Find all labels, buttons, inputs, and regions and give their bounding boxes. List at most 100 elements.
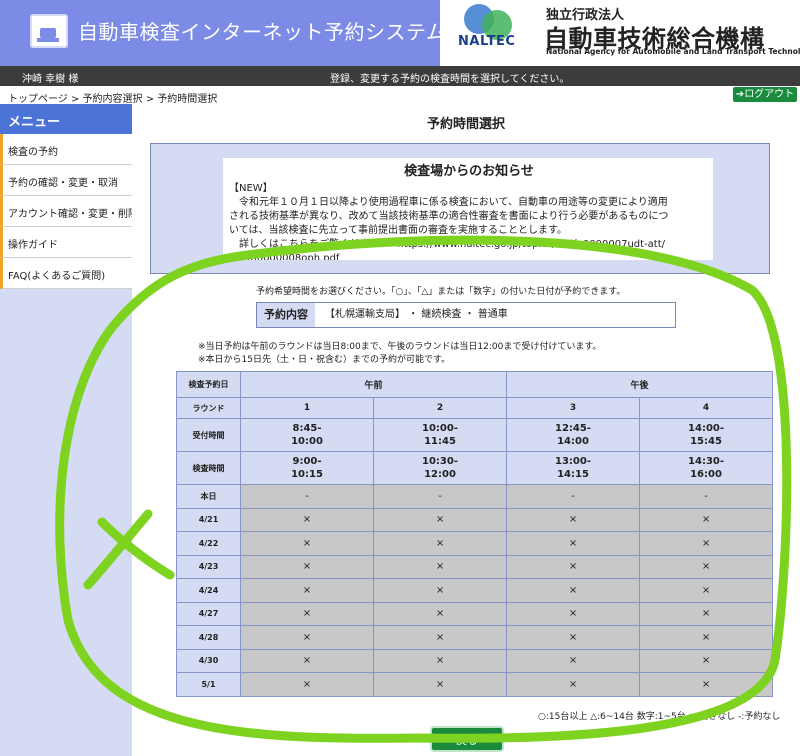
sidebar-item-manage-reservation[interactable]: 予約の確認・変更・取消 <box>0 165 132 196</box>
am-header: 午前 <box>239 371 508 398</box>
logout-label: ログアウト <box>744 89 795 100</box>
availability-cell[interactable]: × <box>506 672 641 697</box>
sidebar-item-guide[interactable]: 操作ガイド <box>0 227 132 258</box>
notice-link-line[interactable]: fkoifn0000008oph.pdf <box>229 252 709 260</box>
availability-cell[interactable]: × <box>639 648 774 673</box>
availability-cell[interactable]: × <box>639 578 774 603</box>
notice-line: 【NEW】 <box>229 183 273 194</box>
reception-time: 10:00- 11:45 <box>372 418 508 452</box>
breadcrumb[interactable]: トップページ > 予約内容選択 > 予約時間選択 <box>8 90 217 105</box>
schedule-date: 5/1 <box>176 672 241 697</box>
schedule-date: 4/21 <box>176 507 241 532</box>
availability-cell[interactable]: - <box>506 484 641 509</box>
availability-cell[interactable]: × <box>372 648 508 673</box>
availability-legend: ○:15台以上 △:6~14台 数字:1~5台 ×:空きなし -:予約なし <box>538 712 781 722</box>
inspection-time: 10:30- 12:00 <box>372 451 508 485</box>
availability-cell[interactable]: × <box>372 578 508 603</box>
availability-cell[interactable]: × <box>240 625 374 650</box>
round-number: 4 <box>639 397 774 419</box>
availability-cell[interactable]: - <box>372 484 508 509</box>
logout-button[interactable]: ➔ログアウト <box>733 87 797 102</box>
schedule-date: 4/24 <box>176 578 241 603</box>
notice-line: いては、当該検査に先立って事前提出書面の審査を実施することとします。 <box>229 225 567 236</box>
status-message: 登録、変更する予約の検査時間を選択してください。 <box>330 74 570 85</box>
schedule-date: 4/27 <box>176 601 241 626</box>
availability-cell[interactable]: × <box>372 672 508 697</box>
sidebar-item-reserve[interactable]: 検査の予約 <box>0 134 132 165</box>
availability-cell[interactable]: × <box>240 601 374 626</box>
reception-time: 12:45- 14:00 <box>506 418 641 452</box>
availability-cell[interactable]: × <box>506 648 641 673</box>
sidebar: メニュー 検査の予約 予約の確認・変更・取消 アカウント確認・変更・削除 操作ガ… <box>0 104 132 756</box>
notice-content[interactable]: 検査場からのお知らせ 【NEW】 令和元年１０月１日以降より使用過程車に係る検査… <box>223 158 713 260</box>
instruction-text: 予約希望時間をお選びください。「○」、「△」または「数字」の付いた日付が予約でき… <box>256 287 626 297</box>
round-label: ラウンド <box>176 397 241 419</box>
schedule-row: 4/30 × × × × <box>176 648 774 673</box>
schedule-row: 4/23 × × × × <box>176 554 774 579</box>
schedule-row: 4/22 × × × × <box>176 531 774 556</box>
availability-cell[interactable]: × <box>506 531 641 556</box>
availability-cell[interactable]: × <box>506 578 641 603</box>
availability-cell[interactable]: × <box>639 625 774 650</box>
schedule-date: 4/22 <box>176 531 241 556</box>
availability-cell[interactable]: × <box>506 507 641 532</box>
schedule-body: 本日 - - - -4/21 × × × × 4/22 × × × × 4/23 × × × × 4/24 × × × × 4/… <box>176 484 774 697</box>
availability-cell[interactable]: × <box>639 554 774 579</box>
reservation-summary: 予約内容 【札幌運輸支局】 ・ 継続検査 ・ 普通車 <box>256 302 676 328</box>
inspection-time: 13:00- 14:15 <box>506 451 641 485</box>
availability-cell[interactable]: × <box>372 554 508 579</box>
date-column-header: 検査予約日 <box>176 371 241 398</box>
availability-cell[interactable]: × <box>372 507 508 532</box>
availability-cell[interactable]: × <box>506 601 641 626</box>
inspection-label: 検査時間 <box>176 451 241 485</box>
inspection-time: 9:00- 10:15 <box>240 451 374 485</box>
availability-cell[interactable]: × <box>639 507 774 532</box>
app-title: 自動車検査インターネット予約システム <box>78 20 447 44</box>
availability-cell[interactable]: × <box>240 648 374 673</box>
notice-panel: 検査場からのお知らせ 【NEW】 令和元年１０月１日以降より使用過程車に係る検査… <box>150 143 770 274</box>
status-bar: 沖崎 幸樹 様 登録、変更する予約の検査時間を選択してください。 <box>0 66 800 86</box>
availability-cell[interactable]: × <box>639 601 774 626</box>
availability-cell[interactable]: × <box>506 625 641 650</box>
schedule-date: 4/28 <box>176 625 241 650</box>
sidebar-item-faq[interactable]: FAQ(よくあるご質問) <box>0 258 132 289</box>
availability-cell[interactable]: × <box>639 672 774 697</box>
note-range: ※本日から15日先（土・日・祝含む）までの予約が可能です。 <box>198 355 451 365</box>
round-number: 2 <box>372 397 508 419</box>
availability-cell[interactable]: × <box>240 554 374 579</box>
back-button[interactable]: 戻る <box>430 726 504 752</box>
header-bar: 自動車検査インターネット予約システム NALTEC 独立行政法人 自動車技術総合… <box>0 0 800 66</box>
round-number: 1 <box>240 397 374 419</box>
availability-cell[interactable]: × <box>240 531 374 556</box>
schedule-row: 4/24 × × × × <box>176 578 774 603</box>
availability-cell[interactable]: - <box>240 484 374 509</box>
schedule-date: 4/30 <box>176 648 241 673</box>
brand-english-name: National Agency for Automobile and Land … <box>546 47 800 56</box>
user-name: 沖崎 幸樹 様 <box>22 74 79 85</box>
notice-line: 令和元年１０月１日以降より使用過程車に係る検査において、自動車の用途等の変更によ… <box>229 197 668 208</box>
availability-cell[interactable]: × <box>240 507 374 532</box>
menu-header: メニュー <box>0 104 132 134</box>
notice-title: 検査場からのお知らせ <box>404 164 534 179</box>
brand-mark-label: NALTEC <box>458 34 516 49</box>
schedule-row: 5/1 × × × × <box>176 672 774 697</box>
notice-line: される技術基準が異なり、改めて当該技術基準の適合性審査を書面により行う必要がある… <box>229 211 669 222</box>
sidebar-item-account[interactable]: アカウント確認・変更・削除 <box>0 196 132 227</box>
availability-cell[interactable]: × <box>240 578 374 603</box>
schedule-date: 4/23 <box>176 554 241 579</box>
schedule-table: 検査予約日 午前 午後 ラウンド 1 2 3 4 受付時間 8:45- 10:00… <box>176 371 774 697</box>
availability-cell[interactable]: × <box>506 554 641 579</box>
notice-link-line[interactable]: 詳しくはこちらをご覧ください⇒ https://www.naltec.go.jp… <box>229 238 709 252</box>
naltec-logo-icon: NALTEC <box>458 4 522 62</box>
schedule-date: 本日 <box>176 484 241 509</box>
availability-cell[interactable]: - <box>639 484 774 509</box>
round-number: 3 <box>506 397 641 419</box>
schedule-row: 4/27 × × × × <box>176 601 774 626</box>
availability-cell[interactable]: × <box>372 625 508 650</box>
availability-cell[interactable]: × <box>639 531 774 556</box>
availability-cell[interactable]: × <box>372 531 508 556</box>
schedule-row: 本日 - - - - <box>176 484 774 509</box>
availability-cell[interactable]: × <box>372 601 508 626</box>
availability-cell[interactable]: × <box>240 672 374 697</box>
reservation-label: 予約内容 <box>257 303 315 327</box>
